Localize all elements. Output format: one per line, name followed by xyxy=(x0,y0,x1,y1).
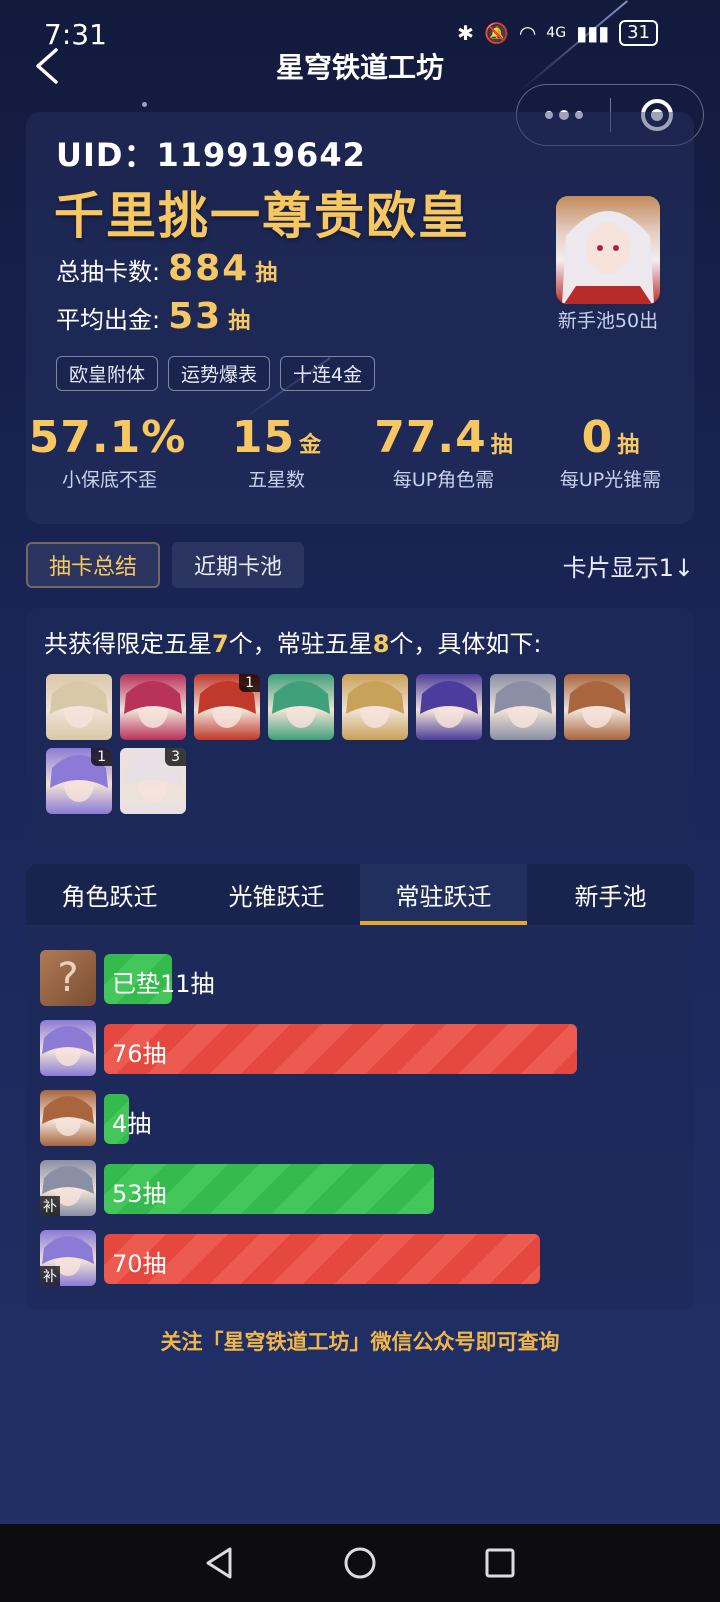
metric-label: 五星数 xyxy=(247,469,305,491)
character-grid: 1 1 3 xyxy=(46,674,646,814)
warp-tabs: 角色跃迁 光锥跃迁 常驻跃迁 新手池 xyxy=(26,864,694,926)
character-card[interactable]: 1 xyxy=(194,674,260,740)
metrics-row: 57.1% 小保底不歪 15 金 五星数 77.4 抽 每UP角色需 0抽 每UP光… xyxy=(26,412,694,492)
background-star xyxy=(142,102,147,107)
signal-icon: ▮▮▮ xyxy=(576,21,610,45)
five-star-summary-mid: 个，常驻五星 xyxy=(228,630,373,658)
character-card[interactable] xyxy=(120,674,186,740)
pity-bar xyxy=(104,1234,540,1284)
metric-label: 小保底不歪 xyxy=(61,469,157,491)
total-pulls-unit: 抽 xyxy=(255,261,278,286)
tab-character-warp[interactable]: 角色跃迁 xyxy=(26,864,193,925)
pity-label: 70抽 xyxy=(112,1250,167,1278)
duplicate-count-badge: 1 xyxy=(91,748,112,766)
pity-bar xyxy=(104,1024,577,1074)
character-avatar xyxy=(40,1090,96,1146)
nav-back-icon[interactable] xyxy=(202,1545,238,1581)
tag: 欧皇附体 xyxy=(56,356,159,391)
character-avatar: 补 xyxy=(40,1230,96,1286)
metric-per-up-character: 77.4 抽 每UP角色需 xyxy=(360,412,527,492)
limited-count: 7 xyxy=(212,630,229,658)
status-icons: ✱ 🔕 ◠ 4G ▮▮▮ 31 xyxy=(457,20,658,46)
system-nav-bar xyxy=(0,1524,720,1602)
character-card[interactable] xyxy=(342,674,408,740)
backfill-badge: 补 xyxy=(40,1196,60,1216)
tag: 运势爆表 xyxy=(168,356,271,391)
warp-row: 补 53抽 xyxy=(40,1160,680,1216)
warp-row: 4抽 xyxy=(40,1090,680,1146)
summary-card: UID：119919642 千里挑一尊贵欧皇 总抽卡数: 884 抽 平均出金: 53… xyxy=(26,112,694,524)
character-card[interactable] xyxy=(564,674,630,740)
metric-label: 每UP光锥需 xyxy=(559,469,662,491)
character-avatar: 补 xyxy=(40,1160,96,1216)
metric-unit: 金 xyxy=(299,433,322,458)
five-star-panel: 共获得限定五星7个，常驻五星8个，具体如下: 1 1 3 xyxy=(26,608,694,852)
nav-home-icon[interactable] xyxy=(342,1545,378,1581)
character-card[interactable]: 3 xyxy=(120,748,186,814)
five-star-summary: 共获得限定五星7个，常驻五星8个，具体如下: xyxy=(44,624,542,659)
avg-gold-value: 53 xyxy=(168,296,223,337)
card-display-toggle[interactable]: 卡片显示1↓ xyxy=(563,548,694,583)
wifi-icon: ◠ xyxy=(518,21,537,45)
metric-value: 15 xyxy=(231,412,296,463)
nav-recents-icon[interactable] xyxy=(482,1545,518,1581)
tab-summary[interactable]: 抽卡总结 xyxy=(26,542,160,588)
character-card[interactable] xyxy=(46,674,112,740)
page-title: 星穹铁道工坊 xyxy=(275,51,444,84)
tab-recent-pools[interactable]: 近期卡池 xyxy=(172,542,304,588)
unknown-character-icon: ? xyxy=(40,950,96,1006)
tab-standard-warp[interactable]: 常驻跃迁 xyxy=(360,864,527,925)
duplicate-count-badge: 1 xyxy=(239,674,260,692)
character-card[interactable] xyxy=(490,674,556,740)
backfill-badge: 补 xyxy=(40,1266,60,1286)
tag-list: 欧皇附体 运势爆表 十连4金 xyxy=(56,356,376,391)
warp-row: 补 70抽 xyxy=(40,1230,680,1286)
five-star-summary-suffix: 个，具体如下: xyxy=(389,630,542,658)
pity-label: 76抽 xyxy=(112,1040,167,1068)
avatar xyxy=(556,196,660,304)
warp-row-list: ? 已垫11抽 76抽 4抽补 53抽补 70抽 xyxy=(40,950,680,1300)
battery-indicator: 31 xyxy=(619,20,658,46)
metric-unit: 抽 xyxy=(490,433,513,458)
pity-label: 4抽 xyxy=(112,1110,152,1138)
avg-gold: 平均出金: 53 抽 xyxy=(56,296,250,337)
warp-row: 76抽 xyxy=(40,1020,680,1076)
warp-records: 角色跃迁 光锥跃迁 常驻跃迁 新手池 ? 已垫11抽 76抽 4抽补 53抽补 70抽 xyxy=(26,864,694,1310)
standard-count: 8 xyxy=(372,630,390,658)
follow-hint: 关注「星穹铁道工坊」微信公众号即可查询 xyxy=(160,1330,560,1354)
metric-value: 0 xyxy=(581,412,614,463)
bluetooth-icon: ✱ xyxy=(457,21,474,45)
pity-label: 已垫11抽 xyxy=(112,970,215,998)
metric-per-up-lightcone: 0抽 每UP光锥需 xyxy=(527,412,694,492)
five-star-summary-prefix: 共获得限定五星 xyxy=(44,630,212,658)
total-pulls-value: 884 xyxy=(168,248,250,289)
avatar-caption: 新手池50出 xyxy=(557,310,659,332)
tab-beginner-warp[interactable]: 新手池 xyxy=(527,864,694,925)
pity-label: 53抽 xyxy=(112,1180,167,1208)
avg-gold-unit: 抽 xyxy=(228,309,251,334)
warp-row: ? 已垫11抽 xyxy=(40,950,680,1006)
character-card[interactable] xyxy=(416,674,482,740)
tab-lightcone-warp[interactable]: 光锥跃迁 xyxy=(193,864,360,925)
metric-value: 77.4 xyxy=(374,412,487,463)
character-card[interactable]: 1 xyxy=(46,748,112,814)
duplicate-count-badge: 3 xyxy=(165,748,186,766)
rank-title: 千里挑一尊贵欧皇 xyxy=(54,187,470,245)
total-pulls: 总抽卡数: 884 抽 xyxy=(56,248,277,289)
metric-label: 每UP角色需 xyxy=(392,469,495,491)
network-label: 4G xyxy=(546,25,567,41)
character-card[interactable] xyxy=(268,674,334,740)
uid-label: UID：119919642 xyxy=(56,136,366,174)
tag: 十连4金 xyxy=(280,356,376,391)
avg-gold-label: 平均出金: xyxy=(56,306,161,334)
character-avatar xyxy=(40,1020,96,1076)
metric-five-star-count: 15 金 五星数 xyxy=(193,412,360,492)
metric-value: 57.1% xyxy=(28,412,187,463)
metric-no-lose: 57.1% 小保底不歪 xyxy=(26,412,193,492)
mute-bell-icon: 🔕 xyxy=(483,21,509,45)
total-pulls-label: 总抽卡数: xyxy=(56,258,161,286)
metric-unit: 抽 xyxy=(617,433,640,458)
